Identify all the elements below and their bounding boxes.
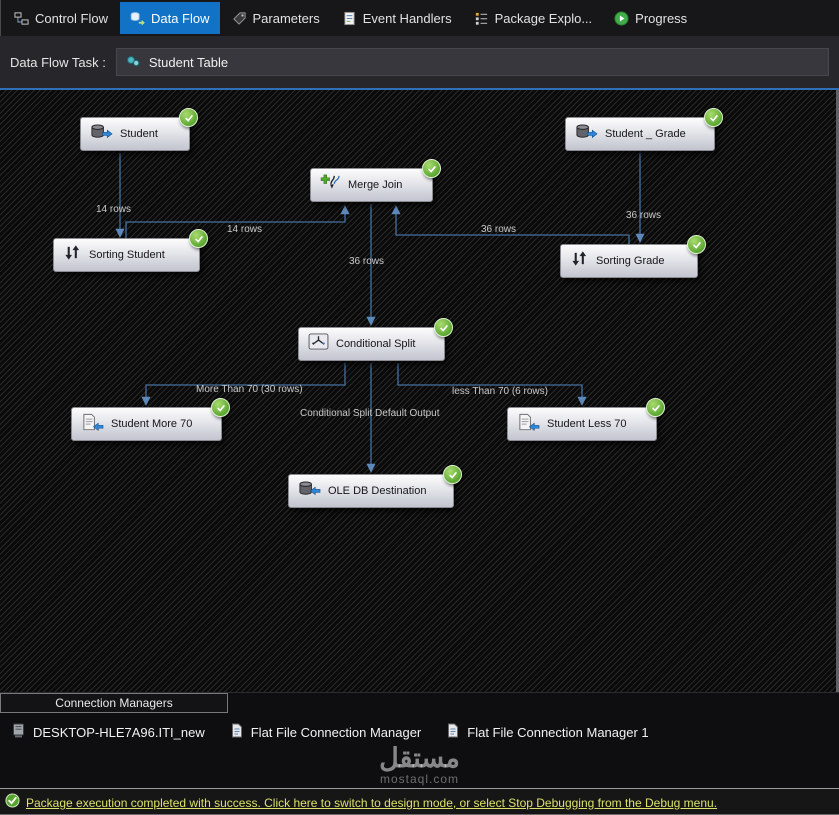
control-flow-icon	[14, 11, 29, 26]
edge-label-default-output: Conditional Split Default Output	[300, 408, 440, 419]
debug-status-bar: Package execution completed with success…	[0, 788, 839, 814]
ssis-designer-window: Control Flow Data Flow Parameters Event …	[0, 0, 839, 815]
data-flow-task-icon	[125, 54, 141, 71]
connection-manager-item[interactable]: Flat File Connection Manager 1	[447, 723, 649, 741]
tab-label: Control Flow	[35, 10, 108, 26]
connection-manager-item[interactable]: DESKTOP-HLE7A96.ITI_new	[12, 723, 205, 741]
success-check-icon	[179, 108, 198, 127]
edge-label-rows: 14 rows	[227, 224, 263, 235]
data-flow-canvas[interactable]: 14 rows 14 rows 36 rows 36 rows 36 rows …	[0, 90, 839, 692]
ole-db-source-icon	[90, 123, 113, 145]
edge-label-condition: less Than 70 (6 rows)	[452, 386, 548, 397]
success-check-icon	[646, 398, 665, 417]
tab-parameters[interactable]: Parameters	[222, 2, 330, 34]
edge-label-rows: 36 rows	[349, 256, 385, 267]
data-flow-task-value: Student Table	[148, 54, 229, 70]
node-student-less-70[interactable]: Student Less 70	[507, 398, 665, 441]
watermark-title: مستقل	[379, 742, 460, 773]
tab-data-flow[interactable]: Data Flow	[119, 2, 220, 34]
edge-label-rows: 36 rows	[626, 210, 662, 221]
connection-manager-item[interactable]: Flat File Connection Manager	[231, 723, 421, 741]
flat-file-destination-icon	[81, 413, 104, 436]
conditional-split-icon	[308, 333, 329, 355]
tab-event-handlers[interactable]: Event Handlers	[332, 2, 462, 34]
sort-icon	[63, 244, 82, 266]
success-check-icon	[704, 108, 723, 127]
node-ole-db-destination[interactable]: OLE DB Destination	[288, 465, 462, 508]
success-check-icon	[189, 229, 208, 248]
node-student-more-70[interactable]: Student More 70	[71, 398, 230, 441]
node-student-grade-source[interactable]: Student _ Grade	[565, 108, 723, 151]
watermark-domain: mostaql.com	[379, 772, 460, 786]
tab-label: Parameters	[252, 10, 320, 26]
watermark: مستقل mostaql.com	[379, 742, 460, 786]
parameters-icon	[232, 11, 247, 26]
stop-debugging-link[interactable]: Package execution completed with success…	[26, 796, 717, 810]
data-flow-task-selector[interactable]: Student Table	[115, 48, 829, 76]
tab-label: Event Handlers	[362, 10, 452, 26]
server-connection-icon	[12, 723, 25, 741]
node-sorting-student[interactable]: Sorting Student	[53, 229, 208, 272]
tab-progress[interactable]: Progress	[604, 2, 697, 34]
tab-label: Data Flow	[150, 10, 210, 26]
sort-icon	[570, 250, 589, 272]
tab-package-explorer[interactable]: Package Explo...	[464, 2, 603, 34]
event-handlers-icon	[342, 11, 357, 26]
connection-managers-panel: Connection Managers DESKTOP-HLE7A96.ITI_…	[0, 692, 839, 788]
tab-label: Progress	[635, 10, 688, 26]
success-check-icon	[211, 398, 230, 417]
flat-file-connection-icon	[231, 723, 243, 741]
success-check-icon	[443, 465, 462, 484]
connection-managers-list: DESKTOP-HLE7A96.ITI_new Flat File Connec…	[0, 713, 839, 741]
success-check-icon	[422, 159, 441, 178]
flat-file-destination-icon	[517, 413, 540, 436]
node-sorting-grade[interactable]: Sorting Grade	[560, 235, 706, 278]
flat-file-connection-icon	[447, 723, 459, 741]
ole-db-source-icon	[575, 123, 598, 145]
node-merge-join[interactable]: Merge Join	[310, 159, 441, 202]
package-explorer-icon	[474, 11, 489, 26]
success-check-icon	[434, 318, 453, 337]
merge-join-icon	[320, 174, 341, 196]
progress-icon	[614, 10, 629, 26]
edge-label-rows: 14 rows	[96, 204, 132, 215]
data-flow-icon	[130, 11, 145, 26]
data-flow-task-label: Data Flow Task :	[10, 54, 106, 70]
ole-db-destination-icon	[298, 480, 321, 502]
edge-label-rows: 36 rows	[481, 224, 517, 235]
connection-managers-tab[interactable]: Connection Managers	[0, 693, 228, 713]
node-conditional-split[interactable]: Conditional Split	[298, 318, 453, 361]
designer-tab-bar: Control Flow Data Flow Parameters Event …	[0, 0, 839, 36]
tab-label: Package Explo...	[494, 10, 593, 26]
tab-control-flow[interactable]: Control Flow	[4, 2, 118, 34]
success-check-icon	[687, 235, 706, 254]
node-student-source[interactable]: Student	[80, 108, 198, 151]
data-flow-task-bar: Data Flow Task : Student Table	[0, 36, 839, 90]
success-check-icon	[5, 792, 20, 813]
edge-label-condition: More Than 70 (30 rows)	[196, 384, 303, 395]
